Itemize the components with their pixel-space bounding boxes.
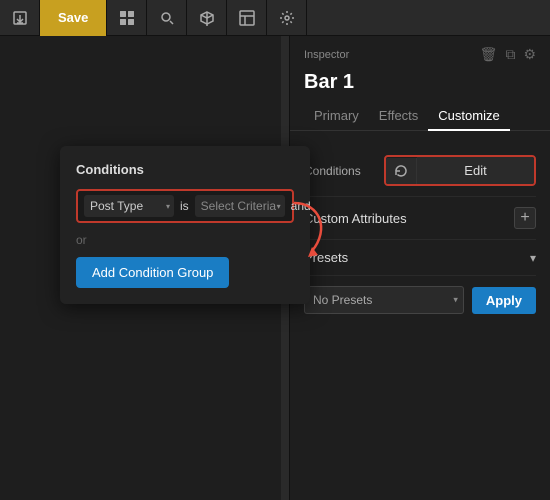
conditions-edit-box: Edit (384, 155, 536, 186)
arrow-annotation (290, 199, 334, 259)
add-attribute-button[interactable]: + (514, 207, 536, 229)
left-panel: Conditions Post Type ▾ is Select Criteri… (0, 36, 290, 500)
toolbar-left: Save (0, 0, 550, 36)
right-panel: Inspector 🗑 ⧉ ⚙ Bar 1 Primary Effects Cu… (290, 36, 550, 500)
conditions-section-row: Conditions Edit (304, 145, 536, 197)
conditions-card-title: Conditions (76, 162, 294, 177)
tabs: Primary Effects Customize (290, 102, 550, 131)
presets-row: Presets ▾ (304, 240, 536, 276)
condition-criteria-select[interactable]: Select Criteria (195, 195, 285, 217)
refresh-icon (394, 164, 408, 178)
export-button[interactable] (0, 0, 40, 36)
conditions-card: Conditions Post Type ▾ is Select Criteri… (60, 146, 310, 304)
conditions-section-content: Edit (384, 155, 536, 186)
main-layout: Conditions Post Type ▾ is Select Criteri… (0, 36, 550, 500)
layout-button[interactable] (227, 0, 267, 36)
search-button[interactable] (147, 0, 187, 36)
conditions-section-label: Conditions (304, 164, 384, 178)
condition-row: Post Type ▾ is Select Criteria ▾ and (76, 189, 294, 223)
presets-chevron-down-icon[interactable]: ▾ (530, 251, 536, 265)
condition-type-select[interactable]: Post Type (84, 195, 174, 217)
no-presets-select-wrapper: No Presets ▾ (304, 286, 464, 314)
grid-view-button[interactable] (107, 0, 147, 36)
conditions-refresh-button[interactable] (386, 158, 417, 184)
presets-select[interactable]: No Presets (304, 286, 464, 314)
conditions-edit-button[interactable]: Edit (417, 157, 534, 184)
toolbar: Save (0, 0, 550, 36)
panel-content: Conditions Edit Custom Attri (290, 131, 550, 500)
apply-button[interactable]: Apply (472, 287, 536, 314)
inspector-actions: 🗑 ⧉ ⚙ (480, 46, 536, 63)
inspector-title: Bar 1 (290, 69, 550, 102)
trash-icon[interactable]: 🗑 (480, 46, 498, 63)
custom-attributes-row: Custom Attributes + (304, 197, 536, 240)
inspector-header: Inspector 🗑 ⧉ ⚙ (290, 36, 550, 69)
save-button[interactable]: Save (40, 0, 107, 36)
tab-customize[interactable]: Customize (428, 102, 509, 131)
tab-primary[interactable]: Primary (304, 102, 369, 131)
condition-type-wrapper: Post Type ▾ (84, 195, 174, 217)
no-presets-row: No Presets ▾ Apply (304, 276, 536, 324)
gear-icon[interactable]: ⚙ (523, 46, 536, 63)
cube-button[interactable] (187, 0, 227, 36)
or-divider: or (76, 233, 294, 247)
settings-button[interactable] (267, 0, 307, 36)
inspector-label: Inspector (304, 49, 349, 61)
add-condition-group-button[interactable]: Add Condition Group (76, 257, 229, 288)
condition-criteria-wrapper: Select Criteria ▾ (195, 195, 285, 217)
condition-is-label: is (180, 199, 189, 213)
tab-effects[interactable]: Effects (369, 102, 429, 131)
copy-icon[interactable]: ⧉ (505, 46, 515, 63)
